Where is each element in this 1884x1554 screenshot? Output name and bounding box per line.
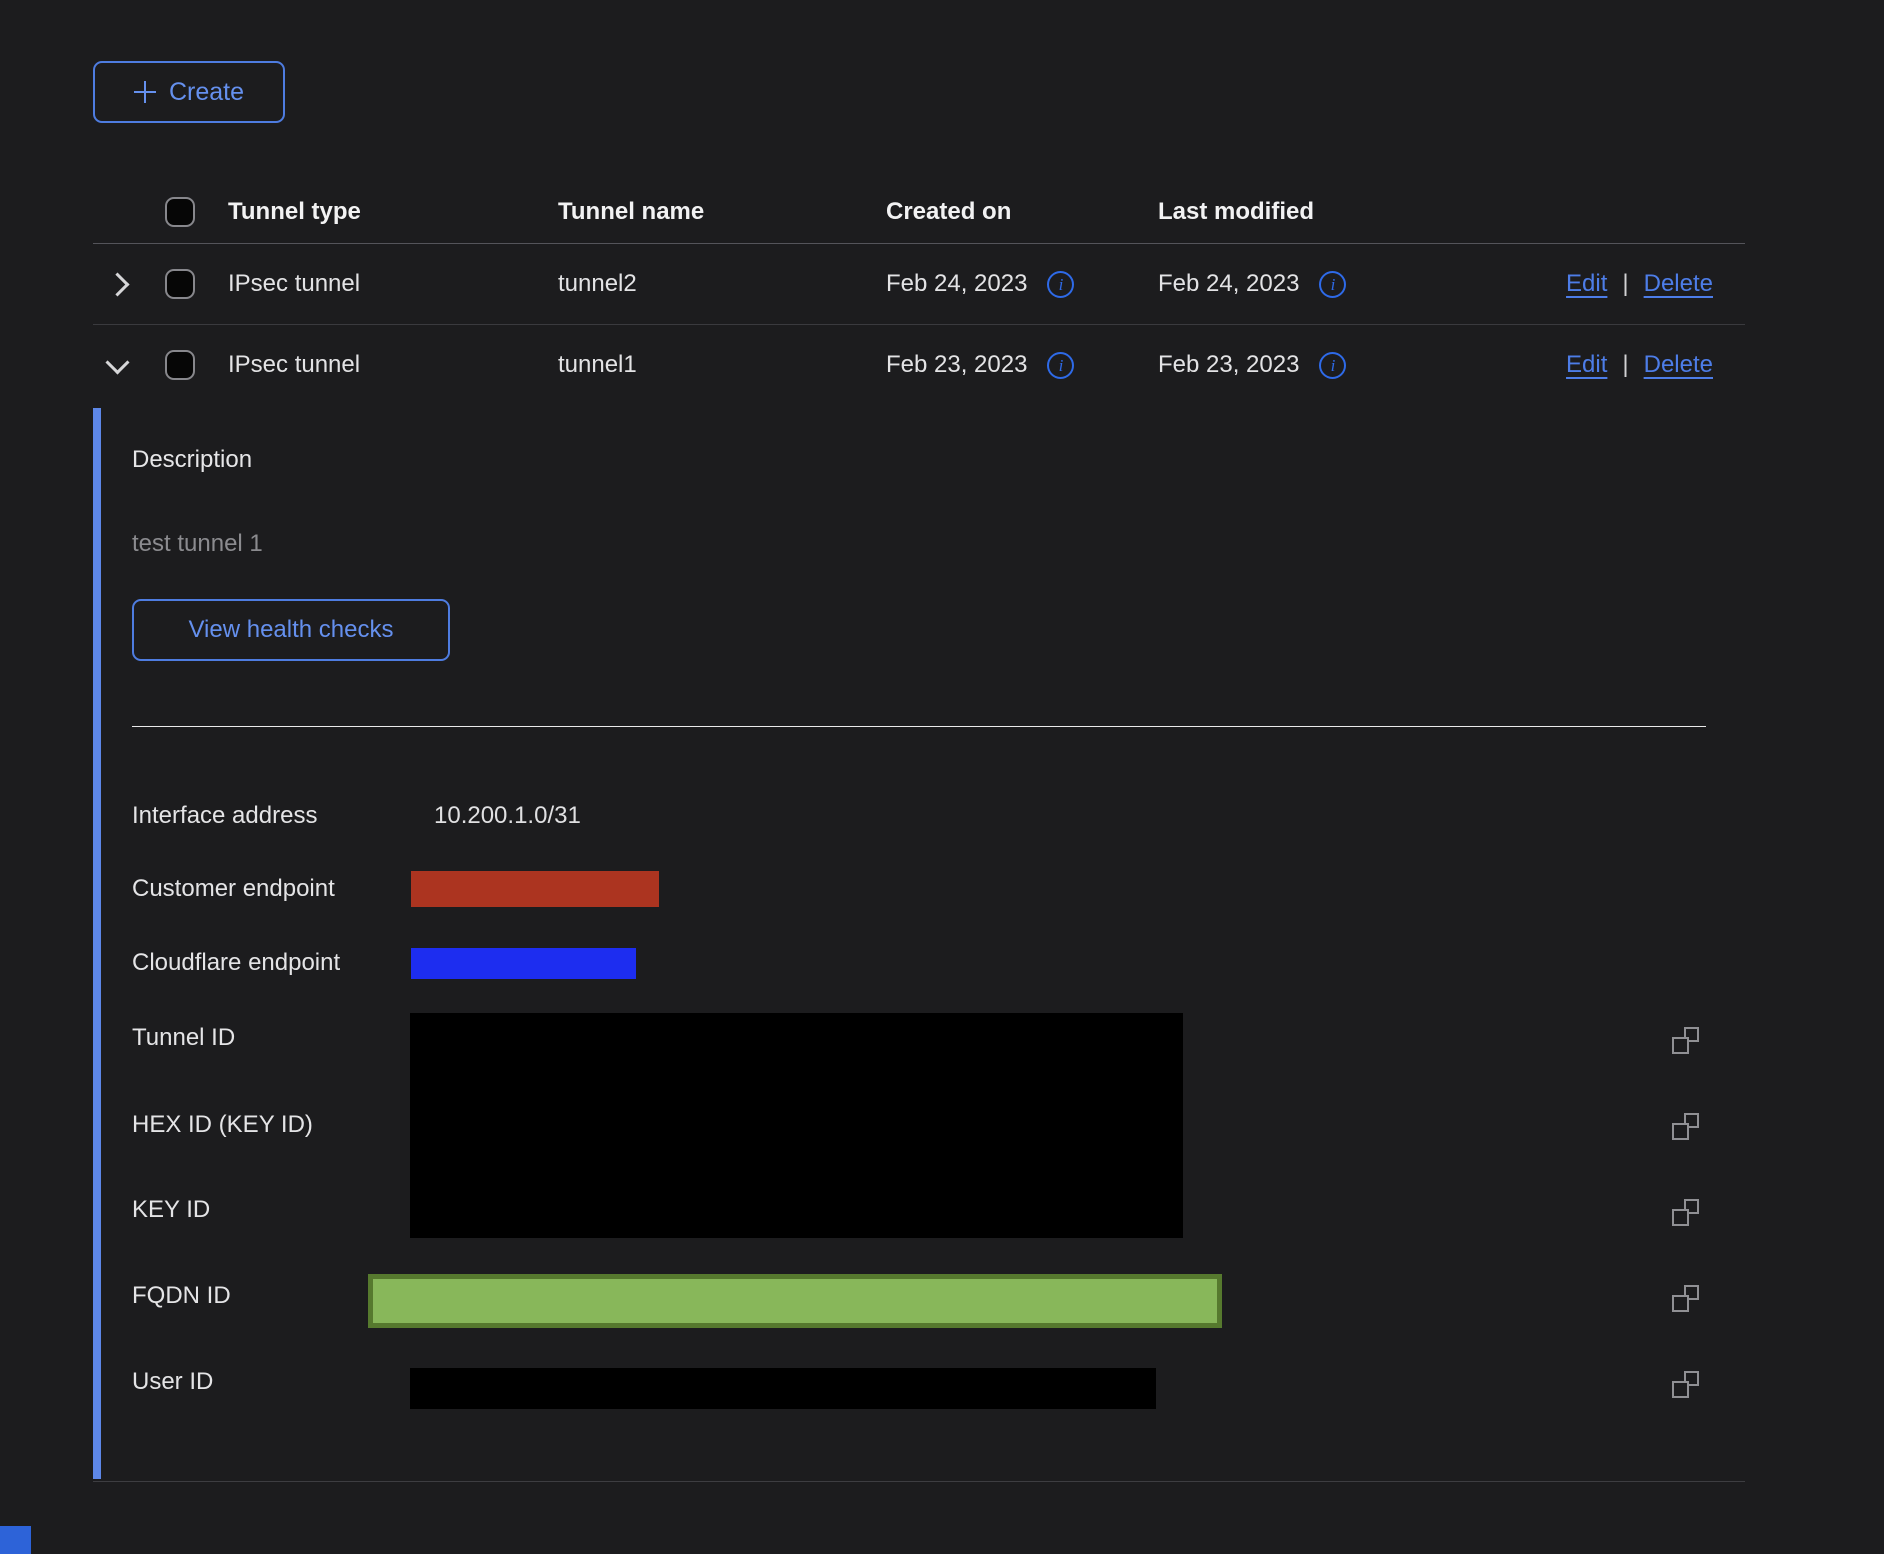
delete-link[interactable]: Delete	[1644, 351, 1713, 379]
info-icon[interactable]: i	[1047, 352, 1074, 379]
description-value: test tunnel 1	[132, 530, 263, 558]
tunnels-table: Tunnel type Tunnel name Created on Last …	[93, 181, 1745, 405]
action-separator: |	[1622, 270, 1628, 298]
created-on-date: Feb 23, 2023	[886, 351, 1027, 379]
copy-icon[interactable]	[1672, 1285, 1699, 1312]
delete-link[interactable]: Delete	[1644, 270, 1713, 298]
created-on-date: Feb 24, 2023	[886, 270, 1027, 298]
info-icon[interactable]: i	[1319, 352, 1346, 379]
cloudflare-endpoint-redacted-value	[411, 948, 636, 979]
interface-address-label: Interface address	[132, 802, 317, 830]
copy-icon-front	[1672, 1381, 1689, 1398]
expanded-tunnel-details: Description test tunnel 1 View health ch…	[93, 408, 1745, 1482]
created-on-cell: Feb 24, 2023 i	[886, 270, 1158, 298]
hex-id-label: HEX ID (KEY ID)	[132, 1111, 313, 1139]
fqdn-id-redacted-value	[368, 1274, 1222, 1328]
table-row: IPsec tunnel tunnel2 Feb 24, 2023 i Feb …	[93, 244, 1745, 325]
last-modified-cell: Feb 24, 2023 i	[1158, 270, 1473, 298]
info-icon[interactable]: i	[1319, 271, 1346, 298]
user-id-label: User ID	[132, 1368, 213, 1396]
customer-endpoint-redacted-value	[411, 871, 659, 907]
header-tunnel-type: Tunnel type	[228, 198, 558, 226]
table-header-row: Tunnel type Tunnel name Created on Last …	[93, 181, 1745, 244]
row-checkbox[interactable]	[165, 350, 195, 380]
key-id-label: KEY ID	[132, 1196, 210, 1224]
section-divider	[132, 726, 1706, 727]
edit-link[interactable]: Edit	[1566, 351, 1607, 379]
header-created-on: Created on	[886, 198, 1158, 226]
header-tunnel-name: Tunnel name	[558, 198, 886, 226]
last-modified-cell: Feb 23, 2023 i	[1158, 351, 1473, 379]
row-actions: Edit | Delete	[1473, 270, 1745, 298]
tunnel-type-cell: IPsec tunnel	[228, 270, 558, 298]
header-last-modified: Last modified	[1158, 198, 1473, 226]
info-icon[interactable]: i	[1047, 271, 1074, 298]
last-modified-date: Feb 23, 2023	[1158, 351, 1299, 379]
edit-link[interactable]: Edit	[1566, 270, 1607, 298]
tunnel-type-cell: IPsec tunnel	[228, 351, 558, 379]
customer-endpoint-label: Customer endpoint	[132, 875, 335, 903]
copy-icon[interactable]	[1672, 1113, 1699, 1140]
copy-icon[interactable]	[1672, 1199, 1699, 1226]
created-on-cell: Feb 23, 2023 i	[886, 351, 1158, 379]
copy-icon-front	[1672, 1123, 1689, 1140]
plus-icon	[134, 81, 156, 103]
last-modified-date: Feb 24, 2023	[1158, 270, 1299, 298]
create-button-label: Create	[169, 78, 244, 107]
cloudflare-endpoint-label: Cloudflare endpoint	[132, 949, 340, 977]
tunnel-name-cell: tunnel1	[558, 351, 886, 379]
chevron-right-icon[interactable]	[105, 272, 129, 296]
select-all-checkbox[interactable]	[165, 197, 195, 227]
copy-icon[interactable]	[1672, 1027, 1699, 1054]
chevron-down-icon[interactable]	[105, 350, 129, 374]
action-separator: |	[1622, 351, 1628, 379]
expanded-row-indicator-bar	[93, 408, 101, 1479]
interface-address-value: 10.200.1.0/31	[434, 802, 581, 830]
copy-icon-front	[1672, 1209, 1689, 1226]
copy-icon[interactable]	[1672, 1371, 1699, 1398]
view-health-checks-button[interactable]: View health checks	[132, 599, 450, 661]
ids-redacted-value	[410, 1013, 1183, 1238]
copy-icon-front	[1672, 1037, 1689, 1054]
create-button[interactable]: Create	[93, 61, 285, 123]
cutoff-blue-element	[0, 1526, 31, 1554]
row-actions: Edit | Delete	[1473, 351, 1745, 379]
user-id-redacted-value	[410, 1368, 1156, 1409]
fqdn-id-label: FQDN ID	[132, 1282, 231, 1310]
table-row: IPsec tunnel tunnel1 Feb 23, 2023 i Feb …	[93, 325, 1745, 405]
tunnel-id-label: Tunnel ID	[132, 1024, 235, 1052]
row-checkbox[interactable]	[165, 269, 195, 299]
tunnel-name-cell: tunnel2	[558, 270, 886, 298]
description-label: Description	[132, 446, 252, 474]
copy-icon-front	[1672, 1295, 1689, 1312]
